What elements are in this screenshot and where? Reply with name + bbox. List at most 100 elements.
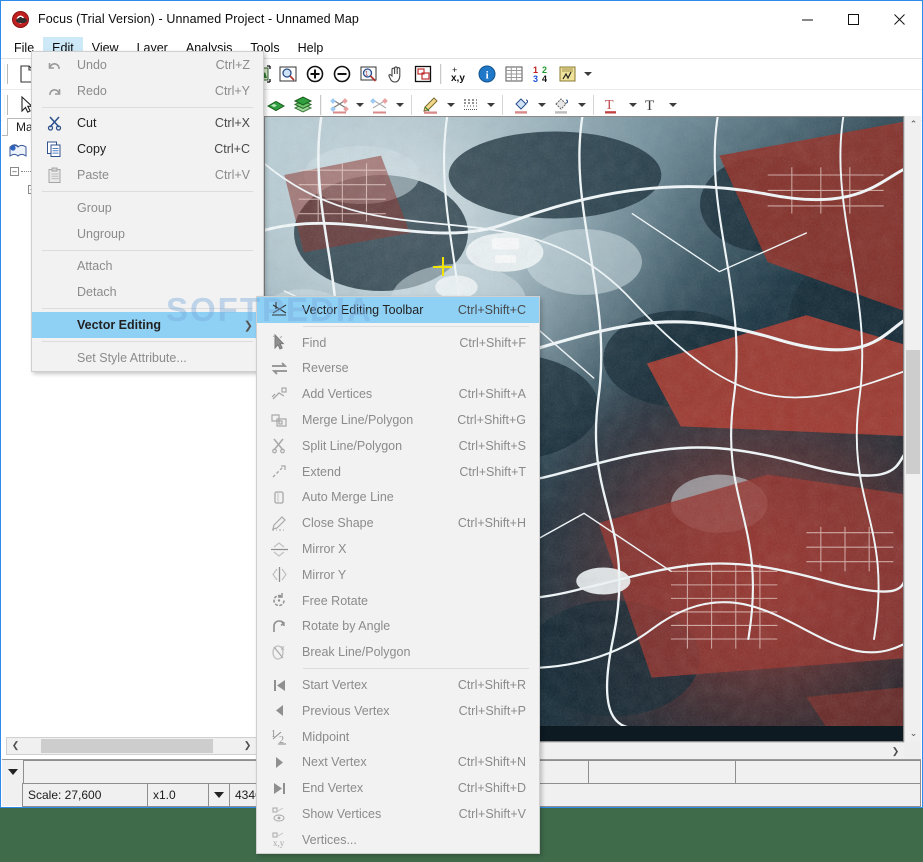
text-style-caret[interactable]: [626, 93, 639, 118]
submenu-item-add-vertices[interactable]: Add Vertices Ctrl+Shift+A: [257, 381, 539, 407]
menu-label: Show Vertices: [302, 807, 382, 822]
svg-text:x,y: x,y: [273, 838, 285, 848]
menu-item-cut[interactable]: Cut Ctrl+X: [32, 111, 263, 137]
left-scroll-left-arrow[interactable]: ❮: [7, 737, 24, 754]
table-icon[interactable]: [500, 62, 527, 87]
submenu-item-find[interactable]: Find Ctrl+Shift+F: [257, 330, 539, 356]
minimize-button[interactable]: [784, 1, 830, 37]
menu-accel: Ctrl+Shift+H: [457, 516, 526, 531]
left-scroll-thumb[interactable]: [41, 739, 213, 753]
submenu-item-reverse[interactable]: Reverse: [257, 356, 539, 382]
zoom-window-icon[interactable]: [274, 62, 301, 87]
scroll-right-arrow[interactable]: ❯: [887, 743, 904, 760]
add-vertices-icon: [257, 386, 302, 403]
submenu-item-free-rotate[interactable]: Free Rotate: [257, 588, 539, 614]
status-field-3: [735, 760, 921, 784]
submenu-item-mirror-y[interactable]: Mirror Y: [257, 562, 539, 588]
status-dropdown-icon[interactable]: [2, 760, 24, 784]
text-style-alt-icon[interactable]: T: [639, 93, 666, 118]
map-vertical-scrollbar[interactable]: ⌃ ⌄: [904, 116, 921, 742]
status-zoom-dropdown[interactable]: [208, 783, 230, 807]
line-style-icon[interactable]: [457, 93, 484, 118]
line-style-caret[interactable]: [484, 93, 497, 118]
menu-item-undo[interactable]: Undo Ctrl+Z: [32, 52, 263, 78]
measure-dropdown-caret[interactable]: [581, 62, 594, 87]
vector-edit-icon[interactable]: [366, 93, 393, 118]
numbers-1234-icon[interactable]: 12 34: [527, 62, 554, 87]
submenu-item-start-vertex[interactable]: Start Vertex Ctrl+Shift+R: [257, 672, 539, 698]
menu-item-copy[interactable]: Copy Ctrl+C: [32, 136, 263, 162]
left-panel-hscrollbar[interactable]: ❮ ❯: [6, 737, 257, 755]
toolbar2-separator-3: [411, 95, 412, 115]
submenu-item-break-line-polygon[interactable]: x Break Line/Polygon: [257, 639, 539, 665]
scroll-up-arrow[interactable]: ⌃: [905, 116, 922, 133]
title-bar: Focus (Trial Version) - Unnamed Project …: [1, 1, 922, 37]
menu-label: Split Line/Polygon: [302, 438, 403, 453]
menu-label: Cut: [77, 116, 97, 131]
pan-hand-icon[interactable]: [382, 62, 409, 87]
svg-text:T: T: [645, 98, 654, 114]
menu-item-detach[interactable]: Detach: [32, 279, 263, 305]
submenu-item-vertices-dialog[interactable]: x,y Vertices...: [257, 827, 539, 853]
vector-toolbar-icon: [257, 301, 302, 318]
layer-green-icon[interactable]: [262, 93, 289, 118]
fill-style-icon[interactable]: [508, 93, 535, 118]
menu-item-set-style-attribute[interactable]: Set Style Attribute...: [32, 345, 263, 371]
submenu-item-mirror-x[interactable]: Mirror X: [257, 536, 539, 562]
submenu-item-extend[interactable]: Extend Ctrl+Shift+T: [257, 459, 539, 485]
submenu-item-vector-editing-toolbar[interactable]: Vector Editing Toolbar Ctrl+Shift+C: [257, 297, 539, 323]
submenu-item-merge-line-polygon[interactable]: Merge Line/Polygon Ctrl+Shift+G: [257, 407, 539, 433]
menu-accel: Ctrl+Shift+N: [457, 755, 526, 770]
copy-icon: [32, 141, 77, 158]
pen-style-caret[interactable]: [444, 93, 457, 118]
submenu-item-midpoint[interactable]: 12 Midpoint: [257, 724, 539, 750]
scroll-down-arrow[interactable]: ⌄: [905, 725, 922, 742]
layer-stack-green-icon[interactable]: [289, 93, 316, 118]
vector-edit-caret[interactable]: [393, 93, 406, 118]
menu-item-attach[interactable]: Attach: [32, 254, 263, 280]
zoom-in-icon[interactable]: [301, 62, 328, 87]
submenu-item-show-vertices[interactable]: Show Vertices Ctrl+Shift+V: [257, 801, 539, 827]
vector-nodes-caret[interactable]: [353, 93, 366, 118]
maximize-button[interactable]: [830, 1, 876, 37]
menu-help[interactable]: Help: [289, 37, 333, 58]
map-vscroll-thumb[interactable]: [906, 350, 920, 474]
overview-icon[interactable]: [409, 62, 436, 87]
menu-item-vector-editing[interactable]: Vector Editing ❯: [32, 312, 263, 338]
submenu-item-next-vertex[interactable]: Next Vertex Ctrl+Shift+N: [257, 750, 539, 776]
cursor-xy-icon[interactable]: + x,y: [446, 62, 473, 87]
menu-item-group[interactable]: Group: [32, 195, 263, 221]
menu-item-paste[interactable]: Paste Ctrl+V: [32, 162, 263, 188]
toolbar2-grip[interactable]: [4, 95, 10, 115]
menu-item-ungroup[interactable]: Ungroup: [32, 221, 263, 247]
measure-profile-icon[interactable]: [554, 62, 581, 87]
text-style-icon[interactable]: T: [599, 93, 626, 118]
fill-style-caret[interactable]: [535, 93, 548, 118]
menu-label: Add Vertices: [302, 387, 373, 402]
text-style-alt-caret[interactable]: [666, 93, 679, 118]
zoom-area-icon[interactable]: 1: [355, 62, 382, 87]
submenu-item-auto-merge-line[interactable]: Auto Merge Line: [257, 485, 539, 511]
vector-nodes-icon[interactable]: [326, 93, 353, 118]
auto-merge-icon: [257, 489, 302, 506]
menu-separator-3: [42, 249, 253, 251]
submenu-item-end-vertex[interactable]: End Vertex Ctrl+Shift+D: [257, 775, 539, 801]
info-icon[interactable]: i: [473, 62, 500, 87]
submenu-item-previous-vertex[interactable]: Previous Vertex Ctrl+Shift+P: [257, 698, 539, 724]
find-arrow-icon: [257, 334, 302, 351]
toolbar-grip[interactable]: [4, 64, 10, 84]
submenu-item-close-shape[interactable]: Close Shape Ctrl+Shift+H: [257, 510, 539, 536]
submenu-item-rotate-by-angle[interactable]: Rotate by Angle: [257, 614, 539, 640]
submenu-item-split-line-polygon[interactable]: Split Line/Polygon Ctrl+Shift+S: [257, 433, 539, 459]
close-button[interactable]: [876, 1, 922, 37]
zoom-out-icon[interactable]: [328, 62, 355, 87]
next-vertex-icon: [257, 754, 302, 771]
pattern-fill-icon[interactable]: [548, 93, 575, 118]
left-scroll-right-arrow[interactable]: ❯: [239, 737, 256, 754]
tree-expander-icon[interactable]: –: [10, 166, 19, 176]
menu-item-redo[interactable]: Redo Ctrl+Y: [32, 78, 263, 104]
menu-accel: Ctrl+Shift+C: [457, 302, 526, 317]
pattern-fill-caret[interactable]: [575, 93, 588, 118]
pen-style-icon[interactable]: [417, 93, 444, 118]
split-polygon-icon: [257, 437, 302, 454]
